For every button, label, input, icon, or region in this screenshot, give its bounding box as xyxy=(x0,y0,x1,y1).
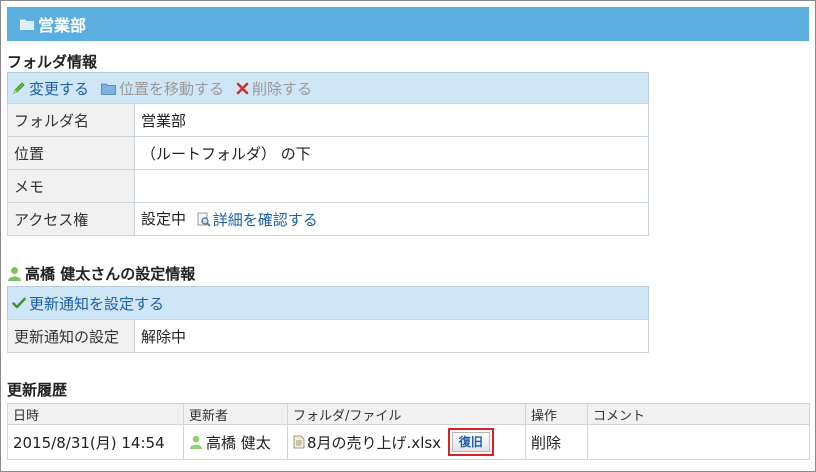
access-rights-cell: 設定中 詳細を確認する xyxy=(134,202,649,236)
edit-folder-label: 変更する xyxy=(29,79,90,98)
column-header-user: 更新者 xyxy=(183,403,288,425)
user-settings-toolbar: 更新通知を設定する xyxy=(7,286,649,320)
delete-x-icon xyxy=(236,82,249,95)
column-header-datetime: 日時 xyxy=(7,403,184,425)
access-details-label: 詳細を確認する xyxy=(212,211,318,229)
restore-highlight: 復旧 xyxy=(447,428,494,456)
edit-folder-button[interactable]: 変更する xyxy=(12,78,89,99)
table-row: フォルダ名 営業部 xyxy=(7,103,649,137)
delete-folder-button[interactable]: 削除する xyxy=(236,78,312,99)
history-header-row: 日時 更新者 フォルダ/ファイル 操作 コメント xyxy=(7,403,810,425)
update-notice-value: 解除中 xyxy=(134,319,649,353)
set-update-notice-label: 更新通知を設定する xyxy=(29,294,165,313)
pencil-icon xyxy=(12,81,26,95)
move-folder-button[interactable]: 位置を移動する xyxy=(101,78,224,99)
location-value: （ルートフォルダ） の下 xyxy=(134,136,649,170)
page-title-bar: 営業部 xyxy=(7,7,809,41)
table-row: アクセス権 設定中 詳細を確認する xyxy=(7,202,649,236)
update-notice-label: 更新通知の設定 xyxy=(7,319,135,353)
location-label: 位置 xyxy=(7,136,135,170)
window-frame xyxy=(0,0,816,472)
access-rights-value: 設定中 xyxy=(141,210,187,228)
table-row: 更新通知の設定 解除中 xyxy=(7,319,649,353)
magnifier-doc-icon xyxy=(197,212,211,227)
history-heading: 更新履歴 xyxy=(7,381,68,399)
folder-toolbar: 変更する 位置を移動する 削除する xyxy=(7,72,649,104)
history-file-cell: 8月の売り上げ.xlsx 復旧 xyxy=(287,424,526,460)
user-settings-heading-row: 高橋 健太さんの設定情報 xyxy=(7,263,195,284)
table-row: 位置 （ルートフォルダ） の下 xyxy=(7,136,649,170)
history-operation: 削除 xyxy=(525,424,588,460)
folder-icon xyxy=(101,82,116,95)
history-file-name: 8月の売り上げ.xlsx xyxy=(307,433,442,452)
check-icon xyxy=(12,297,26,309)
memo-value xyxy=(134,169,649,203)
page-title: 営業部 xyxy=(38,16,87,35)
column-header-comment: コメント xyxy=(587,403,810,425)
history-user-link[interactable]: 高橋 健太 xyxy=(189,432,271,453)
user-icon xyxy=(7,266,22,281)
history-comment xyxy=(587,424,810,460)
restore-button[interactable]: 復旧 xyxy=(451,432,490,452)
history-user-name: 高橋 健太 xyxy=(206,433,271,452)
set-update-notice-button[interactable]: 更新通知を設定する xyxy=(12,293,164,314)
user-settings-table: 更新通知の設定 解除中 xyxy=(7,319,649,353)
folder-info-table: フォルダ名 営業部 位置 （ルートフォルダ） の下 メモ アクセス権 設定中 詳… xyxy=(7,103,649,236)
delete-folder-label: 削除する xyxy=(252,79,313,98)
user-icon xyxy=(189,435,203,449)
folder-name-value: 営業部 xyxy=(134,103,649,137)
history-user-cell: 高橋 健太 xyxy=(183,424,288,460)
folder-name-label: フォルダ名 xyxy=(7,103,135,137)
move-folder-label: 位置を移動する xyxy=(119,79,225,98)
column-header-file: フォルダ/ファイル xyxy=(287,403,526,425)
access-rights-label: アクセス権 xyxy=(7,202,135,236)
history-file-link[interactable]: 8月の売り上げ.xlsx xyxy=(293,432,441,453)
column-header-operation: 操作 xyxy=(525,403,588,425)
table-row: 2015/8/31(月) 14:54 高橋 健太 8月の売り上げ.xlsx 復旧… xyxy=(7,424,810,460)
user-settings-heading: 高橋 健太さんの設定情報 xyxy=(25,265,196,283)
memo-label: メモ xyxy=(7,169,135,203)
history-table: 日時 更新者 フォルダ/ファイル 操作 コメント 2015/8/31(月) 14… xyxy=(7,403,810,460)
access-details-link[interactable]: 詳細を確認する xyxy=(197,209,318,230)
document-icon xyxy=(293,435,305,449)
folder-info-heading: フォルダ情報 xyxy=(7,53,98,71)
table-row: メモ xyxy=(7,169,649,203)
history-datetime: 2015/8/31(月) 14:54 xyxy=(7,424,184,460)
folder-icon xyxy=(20,18,34,30)
